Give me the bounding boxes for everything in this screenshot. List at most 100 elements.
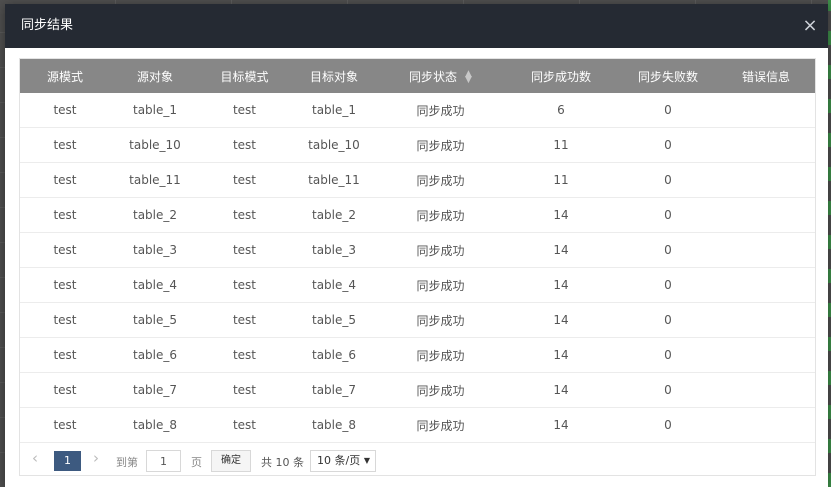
table-row[interactable]: test table_10 test table_10 同步成功 11 0 bbox=[20, 127, 815, 163]
sort-icon[interactable]: ▲ ▼ bbox=[465, 70, 472, 85]
cell-success-count: 14 bbox=[502, 232, 620, 268]
cell-source-schema: test bbox=[20, 232, 110, 268]
goto-page-input[interactable] bbox=[146, 450, 181, 472]
table-row[interactable]: test table_2 test table_2 同步成功 14 0 bbox=[20, 197, 815, 233]
cell-error-message bbox=[716, 267, 815, 303]
cell-target-object: table_5 bbox=[289, 302, 379, 338]
cell-target-schema: test bbox=[200, 267, 289, 303]
table-row[interactable]: test table_6 test table_6 同步成功 14 0 bbox=[20, 337, 815, 373]
cell-target-schema: test bbox=[200, 232, 289, 268]
col-header-error-message: 错误信息 bbox=[716, 59, 815, 93]
col-header-success-count: 同步成功数 bbox=[502, 59, 620, 93]
cell-source-object: table_1 bbox=[110, 93, 200, 128]
cell-source-schema: test bbox=[20, 127, 110, 163]
col-header-failure-count: 同步失败数 bbox=[620, 59, 716, 93]
cell-error-message bbox=[716, 337, 815, 373]
cell-target-object: table_11 bbox=[289, 162, 379, 198]
result-table: 源模式 源对象 目标模式 目标对象 同步状态 ▲ ▼ 同步成功数 同步失败数 错误信… bbox=[20, 59, 815, 443]
cell-failure-count: 0 bbox=[620, 267, 716, 303]
cell-failure-count: 0 bbox=[620, 302, 716, 338]
cell-success-count: 14 bbox=[502, 337, 620, 373]
cell-target-object: table_7 bbox=[289, 372, 379, 408]
cell-success-count: 11 bbox=[502, 162, 620, 198]
cell-success-count: 14 bbox=[502, 407, 620, 443]
cell-failure-count: 0 bbox=[620, 337, 716, 373]
cell-sync-status: 同步成功 bbox=[379, 407, 502, 443]
table-row[interactable]: test table_5 test table_5 同步成功 14 0 bbox=[20, 302, 815, 338]
dialog-header: 同步结果 × bbox=[5, 4, 828, 48]
cell-target-object: table_8 bbox=[289, 407, 379, 443]
cell-success-count: 11 bbox=[502, 127, 620, 163]
cell-sync-status: 同步成功 bbox=[379, 267, 502, 303]
cell-source-schema: test bbox=[20, 93, 110, 128]
cell-sync-status: 同步成功 bbox=[379, 372, 502, 408]
cell-error-message bbox=[716, 372, 815, 408]
cell-source-schema: test bbox=[20, 337, 110, 373]
cell-source-schema: test bbox=[20, 162, 110, 198]
cell-target-schema: test bbox=[200, 407, 289, 443]
cell-success-count: 14 bbox=[502, 197, 620, 233]
cell-source-object: table_2 bbox=[110, 197, 200, 233]
close-icon[interactable]: × bbox=[800, 16, 820, 36]
cell-sync-status: 同步成功 bbox=[379, 337, 502, 373]
cell-target-schema: test bbox=[200, 127, 289, 163]
cell-source-object: table_8 bbox=[110, 407, 200, 443]
table-row[interactable]: test table_7 test table_7 同步成功 14 0 bbox=[20, 372, 815, 408]
cell-source-object: table_10 bbox=[110, 127, 200, 163]
cell-failure-count: 0 bbox=[620, 127, 716, 163]
prev-page-icon[interactable]: ‹ bbox=[32, 449, 38, 467]
cell-error-message bbox=[716, 197, 815, 233]
goto-label: 到第 bbox=[116, 456, 138, 469]
cell-source-schema: test bbox=[20, 267, 110, 303]
cell-target-object: table_6 bbox=[289, 337, 379, 373]
page-button-current[interactable]: 1 bbox=[54, 451, 81, 471]
cell-source-object: table_5 bbox=[110, 302, 200, 338]
cell-success-count: 14 bbox=[502, 267, 620, 303]
cell-source-object: table_6 bbox=[110, 337, 200, 373]
col-header-sync-status-label: 同步状态 bbox=[409, 69, 458, 84]
cell-success-count: 14 bbox=[502, 372, 620, 408]
next-page-icon[interactable]: › bbox=[93, 449, 99, 467]
table-row[interactable]: test table_3 test table_3 同步成功 14 0 bbox=[20, 232, 815, 268]
cell-sync-status: 同步成功 bbox=[379, 127, 502, 163]
cell-sync-status: 同步成功 bbox=[379, 162, 502, 198]
cell-source-object: table_11 bbox=[110, 162, 200, 198]
cell-sync-status: 同步成功 bbox=[379, 93, 502, 128]
cell-error-message bbox=[716, 232, 815, 268]
sync-result-dialog: 同步结果 × 源模式 源对象 目标模式 目标对象 同步状态 ▲ ▼ 同步成功数 同步… bbox=[5, 4, 828, 487]
col-header-sync-status[interactable]: 同步状态 ▲ ▼ bbox=[379, 59, 502, 93]
table-row[interactable]: test table_1 test table_1 同步成功 6 0 bbox=[20, 93, 815, 128]
cell-target-schema: test bbox=[200, 372, 289, 408]
cell-source-object: table_4 bbox=[110, 267, 200, 303]
cell-sync-status: 同步成功 bbox=[379, 197, 502, 233]
table-row[interactable]: test table_8 test table_8 同步成功 14 0 bbox=[20, 407, 815, 443]
cell-failure-count: 0 bbox=[620, 197, 716, 233]
cell-target-schema: test bbox=[200, 162, 289, 198]
cell-error-message bbox=[716, 407, 815, 443]
page-unit-label: 页 bbox=[191, 456, 202, 469]
page-size-select[interactable]: 10 条/页 ▼ bbox=[310, 450, 376, 472]
cell-error-message bbox=[716, 162, 815, 198]
cell-failure-count: 0 bbox=[620, 407, 716, 443]
cell-source-schema: test bbox=[20, 372, 110, 408]
total-count: 共 10 条 bbox=[261, 456, 304, 469]
cell-success-count: 14 bbox=[502, 302, 620, 338]
cell-source-schema: test bbox=[20, 197, 110, 233]
cell-error-message bbox=[716, 302, 815, 338]
cell-sync-status: 同步成功 bbox=[379, 302, 502, 338]
chevron-down-icon: ▼ bbox=[363, 456, 370, 465]
table-row[interactable]: test table_4 test table_4 同步成功 14 0 bbox=[20, 267, 815, 303]
col-header-source-schema: 源模式 bbox=[20, 59, 110, 93]
cell-source-schema: test bbox=[20, 302, 110, 338]
goto-confirm-button[interactable]: 确定 bbox=[211, 450, 251, 472]
table-row[interactable]: test table_11 test table_11 同步成功 11 0 bbox=[20, 162, 815, 198]
table-header-row: 源模式 源对象 目标模式 目标对象 同步状态 ▲ ▼ 同步成功数 同步失败数 错误信… bbox=[20, 59, 815, 93]
pagination-bar: ‹ 1 › 到第 页 确定 共 10 条 10 条/页▼ bbox=[20, 443, 815, 475]
col-header-source-object: 源对象 bbox=[110, 59, 200, 93]
cell-target-schema: test bbox=[200, 302, 289, 338]
cell-failure-count: 0 bbox=[620, 93, 716, 128]
result-table-container: 源模式 源对象 目标模式 目标对象 同步状态 ▲ ▼ 同步成功数 同步失败数 错误信… bbox=[19, 58, 816, 476]
col-header-target-object: 目标对象 bbox=[289, 59, 379, 93]
cell-error-message bbox=[716, 93, 815, 128]
cell-target-object: table_4 bbox=[289, 267, 379, 303]
